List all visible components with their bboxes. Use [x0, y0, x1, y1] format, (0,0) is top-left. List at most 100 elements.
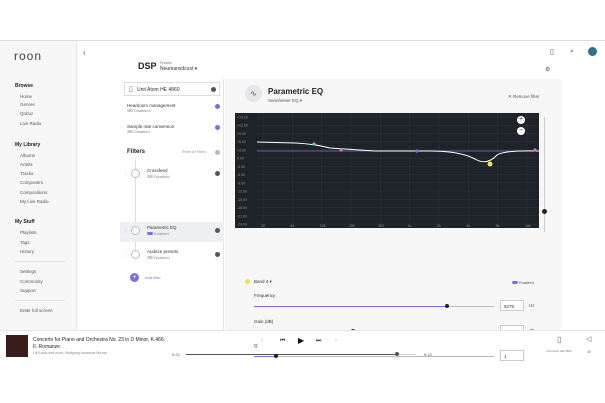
add-filter-icon[interactable]: + — [130, 273, 139, 282]
sidebar-header-library: My Library — [15, 142, 41, 148]
frequency-input[interactable]: 5275 — [500, 300, 524, 311]
sidebar-item-home[interactable]: Home — [20, 94, 32, 99]
sidebar-item-history[interactable]: History — [20, 249, 34, 254]
eq-x-tick: 64 — [290, 224, 294, 228]
headroom-option[interactable]: Headroom management Disabled — [127, 103, 176, 113]
filter-menu-icon[interactable] — [215, 171, 220, 176]
sidebar-item-composers[interactable]: Composers — [20, 180, 43, 185]
filter-toggle[interactable] — [147, 256, 153, 260]
play-icon[interactable]: ▶ — [298, 337, 304, 345]
sidebar-item-albums[interactable]: Albums — [20, 153, 35, 158]
eq-band-1-handle[interactable] — [312, 142, 316, 146]
track-subtitle[interactable]: II. Romanze — [33, 344, 60, 350]
device-card[interactable]: ▯ Unit Atom HE 4860 — [124, 82, 220, 96]
master-gain-track[interactable] — [544, 117, 545, 232]
q-slider-track[interactable] — [254, 356, 494, 357]
filter-toggle[interactable] — [147, 232, 153, 236]
zoom-in-button[interactable]: + — [517, 116, 525, 124]
band-enable[interactable]: Enabled — [512, 280, 534, 285]
frequency-slider-fill — [254, 306, 447, 307]
q-slider-knob[interactable] — [274, 354, 278, 358]
q-input[interactable]: 1 — [500, 350, 524, 361]
sample-rate-option[interactable]: Sample rate conversion Disabled — [127, 124, 174, 134]
filter-menu-icon[interactable] — [215, 252, 220, 257]
master-gain-knob[interactable] — [542, 209, 547, 214]
enter-fullscreen-link[interactable]: Enter full screen — [20, 308, 53, 313]
filter-title: Crossfeed — [147, 168, 168, 173]
sidebar-item-compositions[interactable]: Compositions — [20, 190, 47, 195]
headroom-toggle[interactable] — [127, 109, 133, 113]
skip-forward-icon[interactable]: ⏭ — [316, 338, 321, 344]
eq-x-tick: 32 — [261, 224, 265, 228]
eq-title: Parametric EQ — [268, 87, 324, 96]
sidebar-item-support[interactable]: Support — [20, 288, 36, 293]
band-state: Enabled — [519, 280, 534, 285]
track-artist[interactable]: Lili Kraus and more, Wolfgang Amadeus Mo… — [33, 351, 107, 355]
roon-logo: roon — [14, 49, 43, 63]
eq-y-tick: 0.00 — [237, 157, 244, 161]
eq-y-tick: -12.00 — [237, 190, 247, 194]
sidebar-item-genres[interactable]: Genres — [20, 102, 35, 107]
eq-preset-select[interactable]: Sennheiser EQ ▾ — [268, 98, 302, 104]
frequency-slider-knob[interactable] — [445, 304, 449, 308]
drag-handle-icon[interactable]: ⋮ — [123, 252, 128, 258]
eq-band-3-handle[interactable] — [415, 149, 419, 153]
volume-level[interactable]: 45 — [587, 350, 591, 354]
sidebar-item-playlists[interactable]: Playlists — [20, 230, 37, 235]
remove-filter-button[interactable]: ✕ Remove filter — [508, 94, 540, 100]
next-disabled-icon[interactable]: › — [335, 338, 337, 344]
volume-icon[interactable]: ◁ — [586, 336, 591, 343]
filter-menu-icon[interactable] — [215, 228, 220, 233]
add-filter-link[interactable]: Add filter — [145, 275, 161, 280]
sample-rate-toggle[interactable] — [127, 130, 133, 134]
drag-handle-icon[interactable]: ⋮ — [123, 171, 128, 177]
reset-filters-link[interactable]: Reset all Filters — [182, 150, 206, 154]
zone-preset-select[interactable]: Neumansdcust ▾ — [160, 66, 197, 72]
eq-y-tick: -3.00 — [237, 165, 245, 169]
sidebar-item-qobuz[interactable]: Qobuz — [20, 111, 33, 116]
sidebar-item-my-live-radio[interactable]: My Live Radio — [20, 199, 49, 204]
eq-x-tick: 2k — [437, 224, 441, 228]
filter-item-audeze[interactable]: ⋮ Audeze presets Disabled — [120, 246, 224, 266]
zoom-out-button[interactable]: − — [517, 127, 525, 135]
eq-x-tick: 500 — [378, 224, 384, 228]
album-art[interactable] — [6, 335, 28, 357]
previous-disabled-icon[interactable]: ‹ — [261, 338, 263, 344]
filter-item-parametric-eq[interactable]: ⋮ Parametric EQ Enabled — [120, 222, 224, 242]
device-info-icon[interactable] — [211, 87, 216, 92]
sidebar-header-browse: Browse — [15, 83, 34, 89]
sidebar-item-tags[interactable]: Tags — [20, 240, 30, 245]
sidebar-item-community[interactable]: Community — [20, 279, 43, 284]
band-select[interactable]: Band 4 ▾ — [254, 279, 272, 285]
eq-graph-svg: +15.00 +12.00 +9.00 +6.00 +3.00 0.00 -3.00 -6.0… — [237, 113, 539, 228]
filter-title: Parametric EQ — [147, 225, 177, 230]
zone-speaker-icon[interactable]: ▯ — [557, 336, 561, 344]
parametric-eq-panel: ∿ Parametric EQ Sennheiser EQ ▾ ✕ Remove… — [225, 79, 562, 336]
eq-band-4-handle[interactable] — [487, 161, 493, 167]
gain-label: Gain (dB) — [254, 319, 274, 324]
q-slider-fill — [254, 356, 276, 357]
sidebar-header-my-stuff: My Stuff — [15, 219, 35, 225]
eq-band-2-handle[interactable] — [339, 148, 343, 152]
filter-item-crossfeed[interactable]: ⋮ Crossfeed Disabled — [120, 165, 224, 185]
filter-state: Enabled — [154, 231, 169, 236]
sidebar-item-settings[interactable]: Settings — [20, 269, 36, 274]
bookmark-icon[interactable]: ▯ — [550, 49, 554, 56]
search-icon[interactable]: ⌕ — [570, 48, 574, 55]
device-name: Unit Atom HE 4860 — [137, 87, 180, 93]
skip-back-icon[interactable]: ⏮ — [280, 338, 285, 344]
zone-name[interactable]: Unit Atom HE 4860 — [545, 349, 573, 353]
drag-handle-icon[interactable]: ⋮ — [123, 228, 128, 234]
sidebar-item-tracks[interactable]: Tracks — [20, 171, 33, 176]
avatar[interactable] — [588, 47, 597, 56]
back-chevron-icon[interactable]: ‹ — [83, 49, 86, 57]
eq-response-curve — [256, 141, 539, 163]
filter-toggle[interactable] — [147, 175, 153, 179]
band-toggle[interactable] — [512, 281, 518, 285]
eq-band-5-handle[interactable] — [533, 148, 537, 152]
filters-header: Filters — [127, 149, 146, 155]
track-title[interactable]: Concerto for Piano and Orchestra No. 23 … — [33, 337, 165, 343]
sidebar-item-live-radio[interactable]: Live Radio — [20, 121, 41, 126]
sidebar-item-artists[interactable]: Artists — [20, 162, 33, 167]
gear-icon[interactable]: ⚙ — [545, 67, 550, 73]
